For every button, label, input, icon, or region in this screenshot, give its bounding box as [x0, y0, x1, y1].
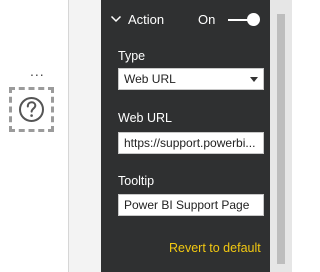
panel-scrollbar[interactable] — [270, 0, 292, 272]
section-title: Action — [128, 12, 165, 27]
format-pane: Action On Type Web URL Web URL https://s… — [101, 0, 270, 272]
toggle-knob[interactable] — [247, 13, 260, 26]
more-options-icon[interactable]: ... — [30, 64, 45, 78]
type-dropdown-value: Web URL — [124, 72, 176, 86]
caret-down-icon[interactable] — [250, 77, 258, 82]
web-url-input[interactable]: https://support.powerbi... — [118, 132, 264, 154]
tooltip-input[interactable]: Power BI Support Page — [118, 194, 264, 216]
report-canvas: ... — [0, 0, 68, 272]
tooltip-label: Tooltip — [118, 174, 155, 188]
toggle-state-label: On — [198, 12, 216, 27]
chevron-down-icon[interactable] — [110, 12, 122, 30]
type-label: Type — [118, 49, 146, 63]
type-dropdown[interactable]: Web URL — [118, 68, 264, 90]
visual-placeholder[interactable] — [9, 87, 54, 132]
action-section-header[interactable]: Action On — [101, 8, 270, 32]
canvas-gutter — [69, 0, 101, 272]
revert-to-default-link[interactable]: Revert to default — [169, 241, 261, 255]
web-url-label: Web URL — [118, 111, 172, 125]
question-mark-circle-icon — [18, 96, 45, 123]
scrollbar-thumb[interactable] — [277, 14, 285, 264]
